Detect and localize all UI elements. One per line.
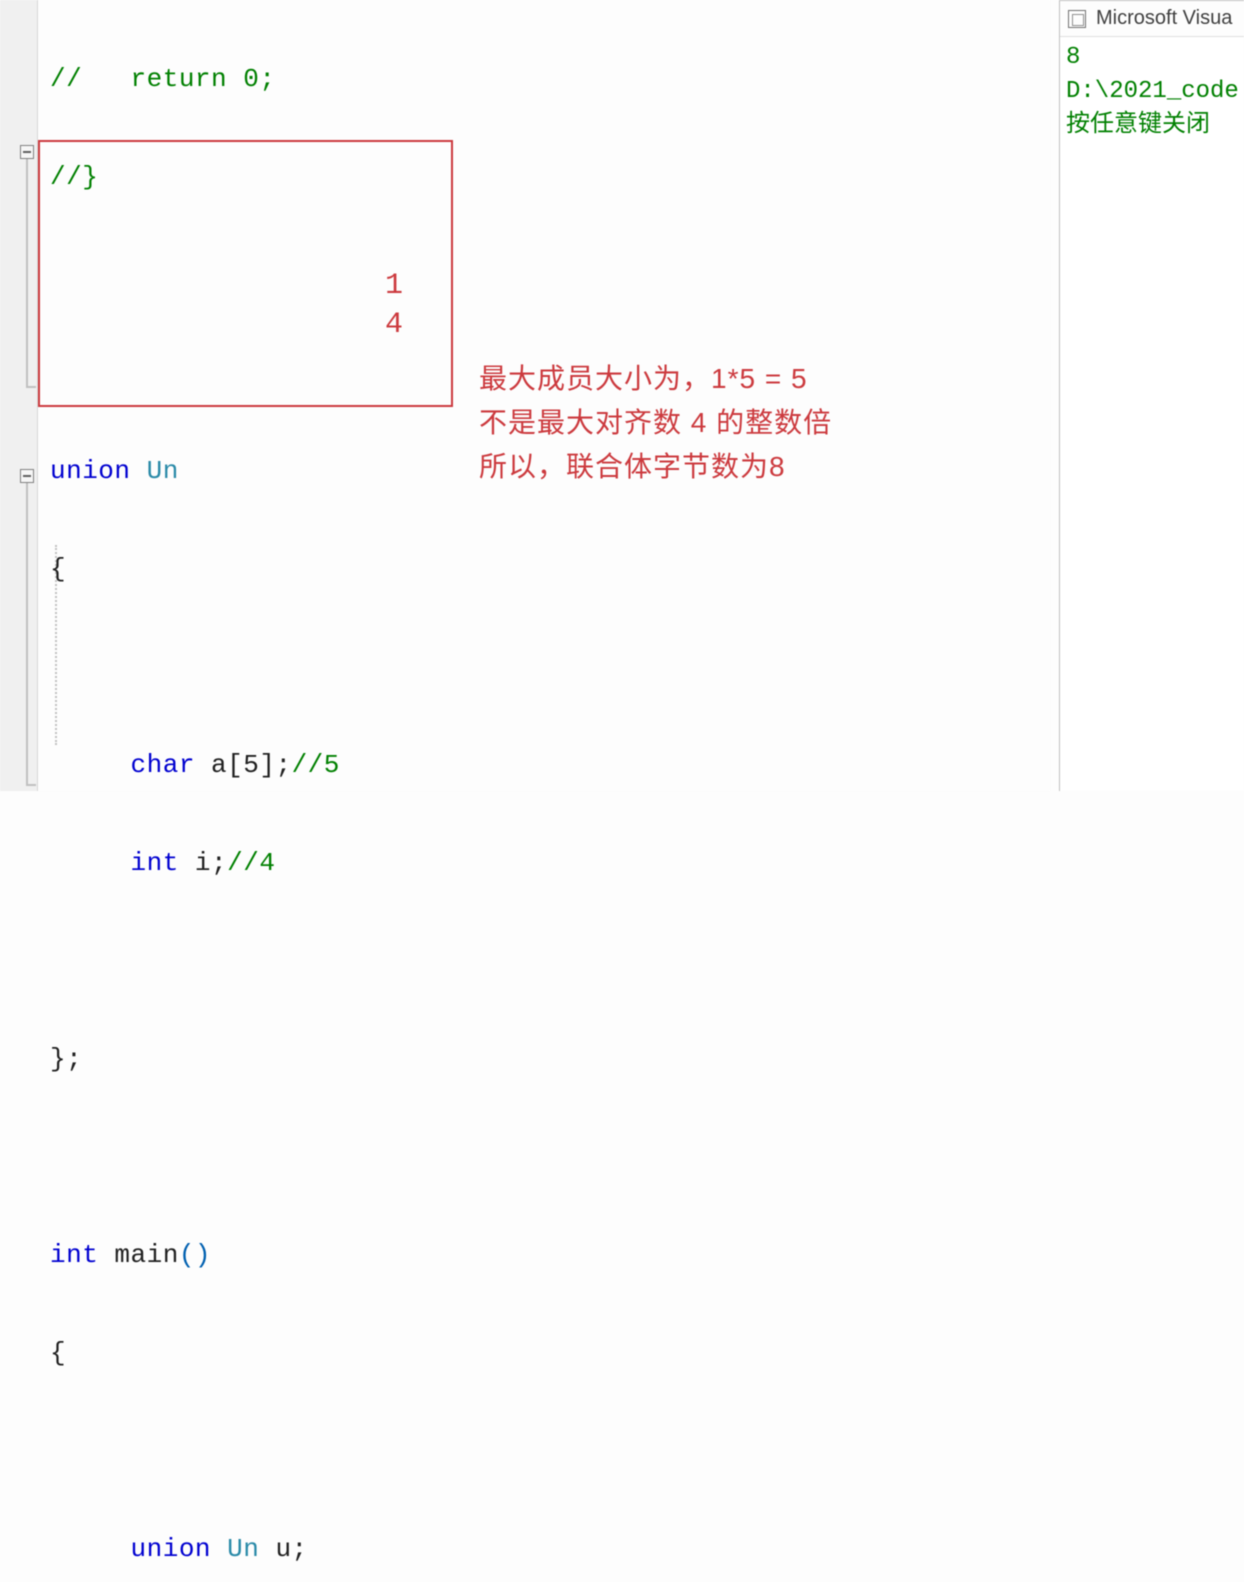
fold-toggle-icon[interactable] [20,145,34,159]
fold-line [26,483,28,785]
keyword-int: int [50,1240,98,1270]
output-console-window[interactable]: Microsoft Visua 8 D:\2021_code 按任意键关闭 [1059,0,1244,791]
keyword-union: union [50,456,131,486]
code-comment: //4 [227,848,275,878]
editor-gutter [0,0,38,791]
fold-end [26,784,36,786]
vs-icon [1068,10,1086,28]
keyword-union: union [131,1534,212,1564]
fold-line [26,159,28,387]
fold-toggle-icon[interactable] [20,469,34,483]
code-comment: //} [50,162,98,192]
code-editor[interactable]: // return 0; //} union Un { char a[5];//… [0,0,1050,791]
paren: () [179,1240,211,1270]
brace: { [50,554,66,584]
type-name: Un [147,456,179,486]
code-comment: // return 0; [50,64,275,94]
brace: { [50,1338,66,1368]
console-line: 8 [1066,41,1238,75]
variable: u; [259,1534,307,1564]
console-title: Microsoft Visua [1096,7,1232,30]
type-name: Un [211,1534,259,1564]
fold-end [26,386,36,388]
declaration: i; [179,848,227,878]
function-name: main [98,1240,179,1270]
console-output[interactable]: 8 D:\2021_code 按任意键关闭 [1060,37,1244,147]
code-content[interactable]: // return 0; //} union Un { char a[5];//… [50,0,549,1582]
keyword-char: char [131,750,195,780]
console-line: 按任意键关闭 [1066,109,1238,143]
keyword-int: int [131,848,179,878]
console-line: D:\2021_code [1066,75,1238,109]
brace: }; [50,1044,82,1074]
console-titlebar[interactable]: Microsoft Visua [1060,1,1244,37]
declaration: a[5]; [195,750,292,780]
code-comment: //5 [292,750,340,780]
